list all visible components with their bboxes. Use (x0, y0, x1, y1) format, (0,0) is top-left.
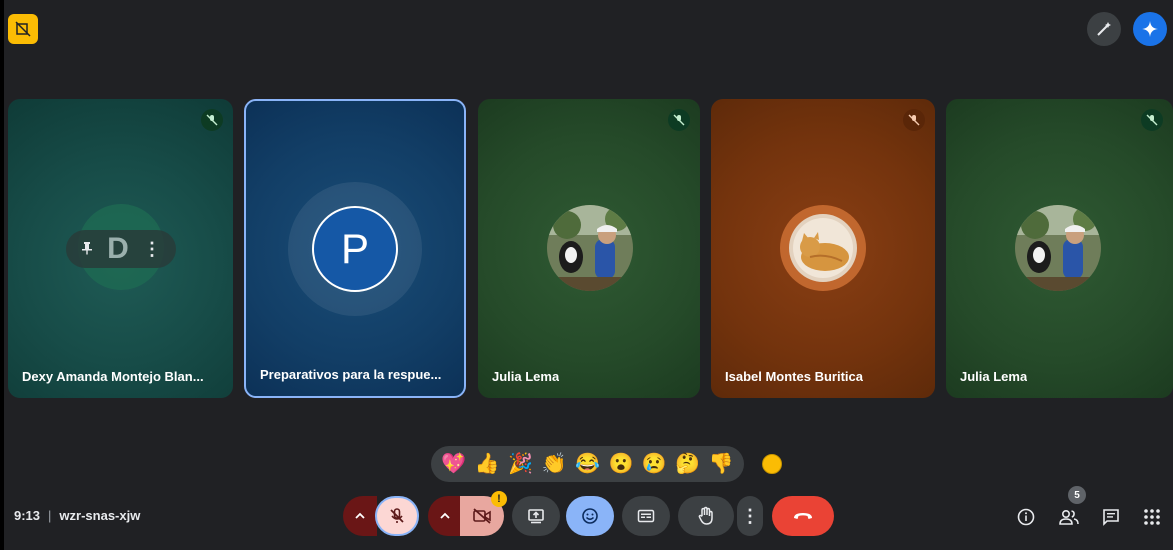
people-icon (1059, 509, 1079, 525)
reaction-thinking[interactable]: 🤔 (675, 454, 700, 474)
chevron-up-icon (355, 512, 365, 519)
reaction-surprised[interactable]: 😮 (608, 454, 633, 474)
participant-tile[interactable]: Julia Lema (478, 99, 700, 398)
chat-icon (1103, 509, 1119, 526)
info-icon (1017, 508, 1035, 526)
activities-button[interactable] (1139, 504, 1165, 530)
chat-button[interactable] (1098, 504, 1124, 530)
meeting-details-button[interactable] (1013, 504, 1039, 530)
mic-off-icon (1141, 109, 1163, 131)
magic-wand-icon (1097, 22, 1111, 36)
reaction-thumbs-up[interactable]: 👍 (475, 454, 500, 474)
avatar-photo (780, 205, 866, 291)
reaction-thumbs-down[interactable]: 👎 (709, 454, 734, 474)
hang-up-icon (794, 513, 812, 519)
avatar-photo (1015, 205, 1101, 291)
microphone-toggle-button[interactable] (375, 496, 419, 536)
reaction-crying[interactable]: 😢 (642, 454, 667, 474)
captions-button[interactable] (622, 496, 670, 536)
mic-off-icon (668, 109, 690, 131)
visual-effects-button[interactable] (1087, 12, 1121, 46)
avatar: P (312, 206, 398, 292)
present-screen-icon (528, 509, 544, 524)
reaction-sparkling-heart[interactable]: 💖 (441, 454, 466, 474)
more-options-icon[interactable]: ⋮ (143, 239, 161, 260)
participant-name: Isabel Montes Buritica (725, 369, 863, 384)
avatar-photo (547, 205, 633, 291)
raise-hand-button[interactable] (678, 496, 734, 536)
more-vert-icon: ⋮ (741, 505, 759, 526)
left-edge (0, 0, 4, 550)
meeting-info: 9:13 | wzr-snas-xjw (14, 508, 140, 523)
leave-call-button[interactable] (772, 496, 834, 536)
reaction-tears-of-joy[interactable]: 😂 (575, 454, 600, 474)
people-count-badge: 5 (1068, 486, 1086, 504)
smiley-icon (582, 508, 598, 524)
meet-stage: D ⋮ Dexy Amanda Montejo Blan... P Prepar… (0, 0, 1173, 550)
skin-tone-selector[interactable] (762, 454, 782, 474)
pin-icon[interactable] (81, 241, 93, 258)
no-video-stream-icon[interactable] (8, 14, 38, 44)
sparkle-icon (1142, 21, 1158, 37)
chevron-up-icon (440, 512, 450, 519)
participant-tile[interactable]: D ⋮ Dexy Amanda Montejo Blan... (8, 99, 233, 398)
gemini-button[interactable] (1133, 12, 1167, 46)
video-options-button[interactable] (428, 496, 462, 536)
camera-warning-badge: ! (491, 491, 507, 507)
more-options-button[interactable]: ⋮ (737, 496, 763, 536)
apps-grid-icon (1144, 509, 1160, 525)
participant-tile[interactable]: Isabel Montes Buritica (711, 99, 935, 398)
participant-tile[interactable]: Julia Lema (946, 99, 1173, 398)
participant-tile-active[interactable]: P Preparativos para la respue... (244, 99, 466, 398)
audio-options-button[interactable] (343, 496, 377, 536)
participant-name: Dexy Amanda Montejo Blan... (22, 369, 204, 384)
people-button[interactable] (1056, 504, 1082, 530)
mic-off-icon (390, 508, 404, 523)
avatar-letter: D (107, 232, 129, 265)
tile-hover-toolbar: D ⋮ (66, 230, 176, 268)
participant-name: Julia Lema (492, 369, 560, 384)
reactions-bar: 💖 👍 🎉 👏 😂 😮 😢 🤔 👎 (431, 446, 744, 482)
reaction-party-popper[interactable]: 🎉 (508, 454, 533, 474)
mic-off-icon (903, 109, 925, 131)
meeting-time: 9:13 (14, 508, 41, 523)
separator: | (48, 508, 52, 523)
closed-captions-icon (637, 509, 655, 523)
meeting-code: wzr-snas-xjw (59, 508, 141, 523)
avatar-letter: P (340, 225, 369, 272)
send-reaction-button[interactable] (566, 496, 614, 536)
present-screen-button[interactable] (512, 496, 560, 536)
participant-name: Julia Lema (960, 369, 1028, 384)
camera-off-icon (473, 508, 491, 524)
reaction-clapping[interactable]: 👏 (542, 454, 567, 474)
raise-hand-icon (698, 506, 713, 525)
participant-name: Preparativos para la respue... (260, 367, 442, 382)
mic-off-icon (201, 109, 223, 131)
